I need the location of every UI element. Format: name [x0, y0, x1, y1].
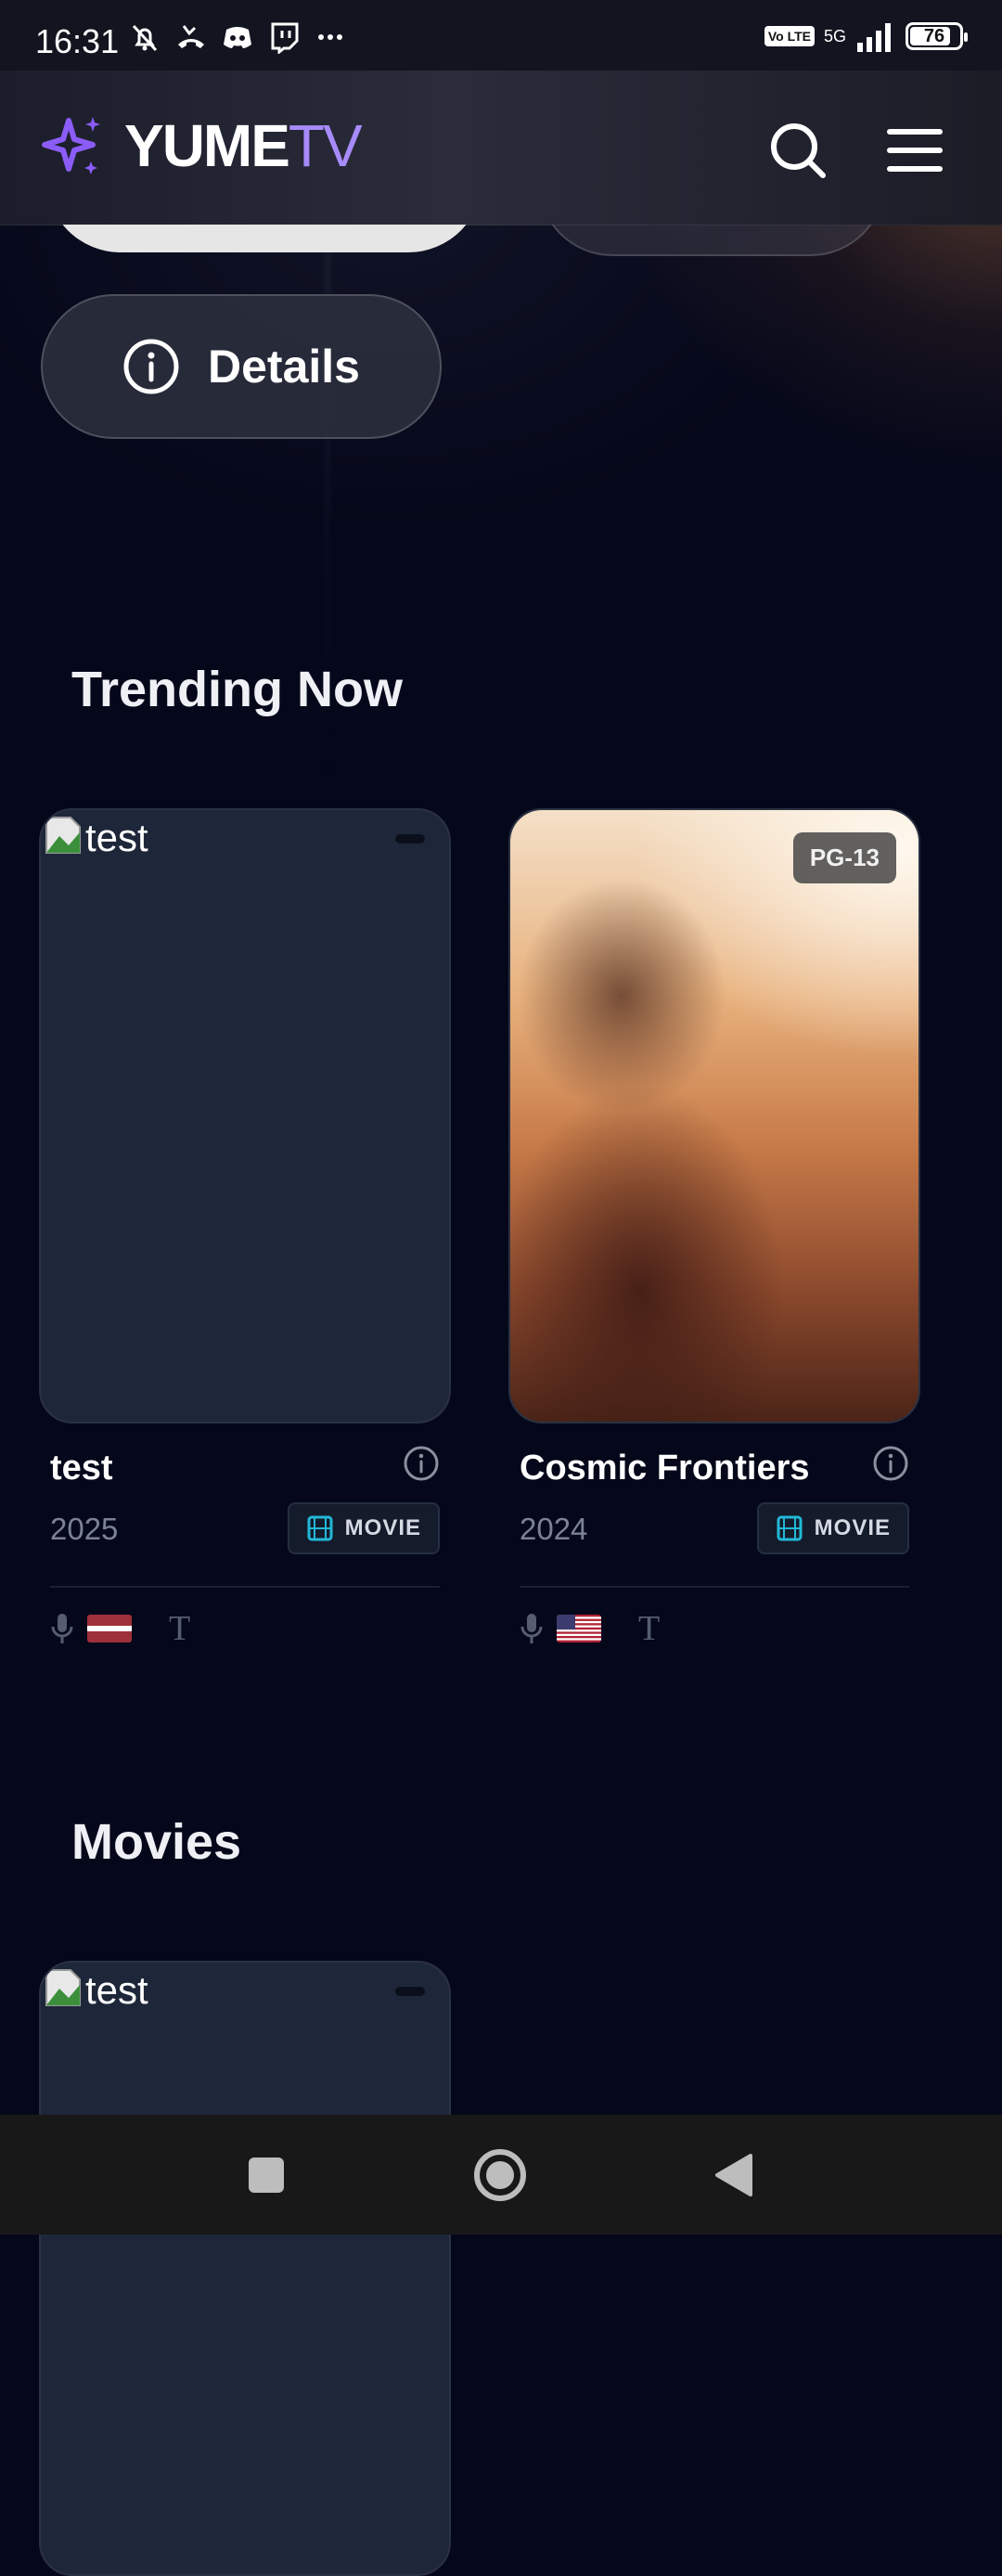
film-icon	[777, 1515, 803, 1541]
microphone-icon	[51, 1614, 73, 1643]
divider	[50, 1586, 440, 1588]
broken-image: test	[45, 1968, 148, 2013]
latvia-flag-icon	[87, 1615, 132, 1642]
card-year: 2024	[520, 1512, 588, 1546]
back-button[interactable]	[701, 2143, 766, 2208]
card-poster[interactable]: test	[39, 1961, 451, 2576]
yumetv-logo[interactable]: YUMETV	[41, 111, 363, 180]
recents-square-icon	[249, 2157, 284, 2193]
more-dots-icon	[318, 34, 342, 40]
network-type: 5G	[823, 26, 846, 45]
battery-icon: 76	[906, 22, 968, 50]
twitch-icon	[271, 22, 299, 54]
signal-icon	[857, 23, 891, 52]
us-flag-icon	[557, 1615, 601, 1642]
card-title[interactable]: test	[50, 1449, 113, 1488]
card-title[interactable]: Cosmic Frontiers	[520, 1449, 810, 1488]
broken-image: test	[45, 816, 148, 860]
card-indicator	[395, 1987, 425, 1996]
divider	[520, 1586, 909, 1588]
details-label: Details	[208, 341, 360, 393]
info-icon[interactable]	[872, 1445, 909, 1482]
status-time: 16:31	[35, 22, 120, 60]
logo-wordmark: YUMETV	[124, 111, 363, 180]
menu-icon	[887, 129, 943, 172]
rating-badge: PG-13	[792, 832, 896, 883]
info-icon[interactable]	[403, 1445, 440, 1482]
image-alt-text: test	[85, 1968, 148, 2012]
back-triangle-icon	[715, 2154, 752, 2196]
section-title-movies: Movies	[71, 1814, 242, 1870]
section-title-trending: Trending Now	[71, 662, 403, 717]
menu-button[interactable]	[878, 113, 952, 187]
recents-button[interactable]	[234, 2143, 299, 2208]
battery-level: 76	[923, 26, 945, 46]
audio-meta: T	[520, 1608, 660, 1649]
broken-image-icon	[45, 817, 81, 854]
media-card[interactable]: test test 2025 MOVIE T	[39, 808, 451, 1648]
card-indicator	[395, 834, 425, 844]
subtitles-icon: T	[169, 1609, 191, 1648]
volte-badge: Vo LTE	[764, 26, 815, 46]
microphone-icon	[520, 1614, 543, 1643]
card-year: 2025	[50, 1512, 119, 1546]
logo-accent-text: TV	[288, 112, 363, 179]
film-icon	[307, 1515, 333, 1541]
bell-off-icon	[132, 24, 158, 52]
media-card[interactable]: PG-13 Cosmic Frontiers 2024 MOVIE T	[508, 808, 920, 1648]
info-icon	[123, 339, 179, 394]
poster-image	[510, 810, 918, 1422]
app-header: YUMETV	[0, 71, 1002, 225]
home-button[interactable]	[468, 2143, 533, 2208]
card-poster[interactable]: test	[39, 808, 451, 1423]
sparkle-logo-icon	[42, 117, 100, 174]
discord-icon	[224, 27, 251, 48]
audio-meta: T	[50, 1608, 190, 1649]
card-poster[interactable]: PG-13	[508, 808, 920, 1423]
status-bar: 16:31 Vo LTE 5G 76	[0, 0, 1002, 71]
type-badge: MOVIE	[756, 1502, 909, 1554]
type-label: MOVIE	[344, 1515, 421, 1540]
home-circle-icon	[474, 2149, 526, 2201]
details-button[interactable]: Details	[41, 294, 442, 439]
search-icon	[771, 123, 826, 178]
search-button[interactable]	[761, 113, 835, 187]
image-alt-text: test	[85, 816, 148, 859]
missed-call-icon	[178, 25, 204, 48]
system-nav-bar	[0, 2115, 1002, 2235]
type-label: MOVIE	[814, 1515, 891, 1540]
broken-image-icon	[45, 1969, 81, 2006]
media-card[interactable]: test	[39, 1961, 451, 2576]
type-badge: MOVIE	[287, 1502, 440, 1554]
logo-main-text: YUME	[124, 112, 290, 179]
subtitles-icon: T	[638, 1609, 661, 1648]
